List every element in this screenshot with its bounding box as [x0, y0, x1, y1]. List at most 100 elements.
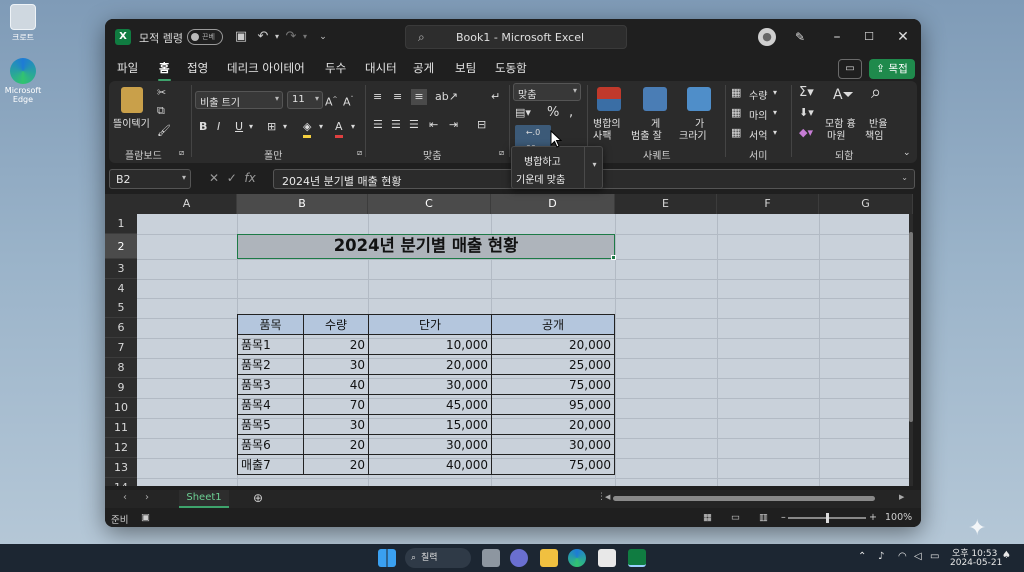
- orientation-icon[interactable]: ab↗: [435, 89, 458, 105]
- recycle-bin-icon[interactable]: 크로트: [0, 4, 46, 43]
- zoom-out-icon[interactable]: –: [781, 512, 786, 523]
- scroll-left-icon[interactable]: ◀: [605, 493, 610, 501]
- cell-item[interactable]: 품목3: [237, 374, 304, 395]
- column-header-c[interactable]: C: [368, 194, 491, 214]
- cell-qty[interactable]: 30: [303, 354, 369, 375]
- normal-view-icon[interactable]: ▦: [703, 512, 712, 523]
- cell-total[interactable]: 30,000: [491, 434, 615, 455]
- zoom-slider[interactable]: [788, 513, 866, 523]
- customize-qat-icon[interactable]: ⌄: [315, 29, 331, 45]
- tab-home[interactable]: 홈: [158, 60, 171, 81]
- row-header-7[interactable]: 7: [105, 338, 137, 358]
- align-right-icon[interactable]: ☰: [409, 117, 419, 133]
- microphone-icon[interactable]: ♪: [878, 551, 884, 562]
- next-sheet-icon[interactable]: ›: [145, 492, 149, 503]
- column-header-g[interactable]: G: [819, 194, 913, 214]
- row-header-4[interactable]: 4: [105, 279, 137, 299]
- borders-dropdown-icon[interactable]: ▾: [283, 119, 287, 135]
- vertical-scroll-thumb[interactable]: [909, 232, 913, 422]
- prev-sheet-icon[interactable]: ‹: [123, 492, 127, 503]
- wifi-icon[interactable]: ◠: [898, 551, 907, 562]
- cell-price[interactable]: 15,000: [368, 414, 492, 435]
- format-cells-icon[interactable]: ▦: [731, 125, 741, 141]
- font-launcher-icon[interactable]: ⧄: [357, 145, 362, 161]
- align-middle-icon[interactable]: ≡: [393, 89, 402, 105]
- select-all-corner[interactable]: [105, 194, 137, 214]
- autosum-icon[interactable]: Σ▾: [799, 85, 814, 101]
- excel-taskbar-icon[interactable]: [628, 549, 646, 567]
- cell-price[interactable]: 40,000: [368, 454, 492, 475]
- spreadsheet-grid[interactable]: A B C D E F G 1 2 3 4 5 6 7 8 9 10 11 12…: [105, 194, 913, 486]
- bold-icon[interactable]: B: [199, 119, 207, 135]
- insert-cells-label[interactable]: 수량: [749, 87, 767, 102]
- cell-item[interactable]: 품목5: [237, 414, 304, 435]
- clear-icon[interactable]: ◆▾: [799, 125, 813, 141]
- account-avatar[interactable]: ●: [758, 28, 776, 46]
- underline-icon[interactable]: U: [235, 119, 243, 135]
- volume-icon[interactable]: ◁: [914, 551, 922, 562]
- pen-icon[interactable]: ✎: [790, 27, 810, 47]
- paste-label[interactable]: 뜰이텍기: [113, 115, 150, 130]
- cell-qty[interactable]: 30: [303, 414, 369, 435]
- vertical-scrollbar[interactable]: [909, 214, 913, 486]
- italic-icon[interactable]: I: [217, 119, 220, 135]
- font-name-dropdown[interactable]: 비출 트기 ▾: [195, 91, 283, 109]
- cell-item[interactable]: 품목1: [237, 334, 304, 355]
- tab-data[interactable]: 대시터: [365, 60, 397, 76]
- header-total[interactable]: 공개: [491, 314, 615, 335]
- fill-icon[interactable]: ⬇▾: [799, 105, 814, 121]
- row-header-6[interactable]: 6: [105, 318, 137, 338]
- edge-desktop-icon[interactable]: Microsoft Edge: [0, 58, 46, 104]
- cell-item[interactable]: 품목4: [237, 394, 304, 415]
- insert-dropdown-icon[interactable]: ▾: [773, 85, 777, 101]
- row-header-3[interactable]: 3: [105, 259, 137, 279]
- accounting-format-icon[interactable]: ▤▾: [515, 105, 531, 121]
- clock-date[interactable]: 2024-05-21: [950, 558, 1002, 568]
- cell-total[interactable]: 20,000: [491, 334, 615, 355]
- page-break-icon[interactable]: ▥: [759, 512, 768, 523]
- tab-review[interactable]: 공게: [413, 60, 434, 76]
- comments-button[interactable]: ▭: [838, 59, 862, 79]
- start-icon[interactable]: [378, 549, 396, 567]
- horizontal-scrollbar[interactable]: [613, 496, 875, 501]
- cell-qty[interactable]: 20: [303, 454, 369, 475]
- notification-icon[interactable]: ♠: [1002, 550, 1011, 561]
- wrap-text-icon[interactable]: ↵: [491, 89, 500, 105]
- zoom-level[interactable]: 100%: [885, 512, 912, 523]
- column-header-f[interactable]: F: [717, 194, 819, 214]
- column-header-e[interactable]: E: [615, 194, 717, 214]
- conditional-formatting-icon[interactable]: [597, 87, 621, 111]
- format-as-table-label-2[interactable]: 범출 잘: [631, 127, 662, 142]
- tab-draw[interactable]: 데리크 아이테어: [227, 60, 305, 76]
- accessibility-icon[interactable]: ▣: [141, 512, 150, 523]
- format-dropdown-icon[interactable]: ▾: [773, 125, 777, 141]
- row-header-8[interactable]: 8: [105, 358, 137, 378]
- cell-styles-label-2[interactable]: 크라기: [679, 127, 707, 142]
- format-painter-icon[interactable]: 🖌: [157, 123, 171, 139]
- clipboard-launcher-icon[interactable]: ⧄: [179, 145, 184, 161]
- font-color-dropdown-icon[interactable]: ▾: [351, 119, 355, 135]
- edge-taskbar-icon[interactable]: [568, 549, 586, 567]
- row-header-5[interactable]: 5: [105, 298, 137, 318]
- conditional-formatting-label-2[interactable]: 사팩: [593, 127, 611, 142]
- row-header-2[interactable]: 2: [105, 234, 137, 259]
- row-header-12[interactable]: 12: [105, 438, 137, 458]
- cell-total[interactable]: 75,000: [491, 454, 615, 475]
- merge-center-icon[interactable]: ⊟: [477, 117, 486, 133]
- title-search-box[interactable]: ⌕ Book1 - Microsoft Excel: [405, 25, 627, 49]
- delete-cells-icon[interactable]: ▦: [731, 105, 741, 121]
- cell-total[interactable]: 95,000: [491, 394, 615, 415]
- find-select-icon[interactable]: ⌕: [871, 84, 881, 102]
- align-left-icon[interactable]: ☰: [373, 117, 383, 133]
- font-size-dropdown[interactable]: 11 ▾: [287, 91, 323, 109]
- cell-price[interactable]: 10,000: [368, 334, 492, 355]
- number-format-dropdown[interactable]: 맞춤 ▾: [513, 83, 581, 101]
- increase-indent-icon[interactable]: ⇥: [449, 117, 458, 133]
- insert-cells-icon[interactable]: ▦: [731, 85, 741, 101]
- align-top-icon[interactable]: ≡: [373, 89, 382, 105]
- font-color-icon[interactable]: A: [335, 119, 343, 138]
- delete-cells-label[interactable]: 마의: [749, 107, 767, 122]
- copy-icon[interactable]: ⧉: [157, 103, 165, 119]
- tooltip-dropdown-arrow[interactable]: ▾: [584, 147, 604, 188]
- cell-item[interactable]: 품목6: [237, 434, 304, 455]
